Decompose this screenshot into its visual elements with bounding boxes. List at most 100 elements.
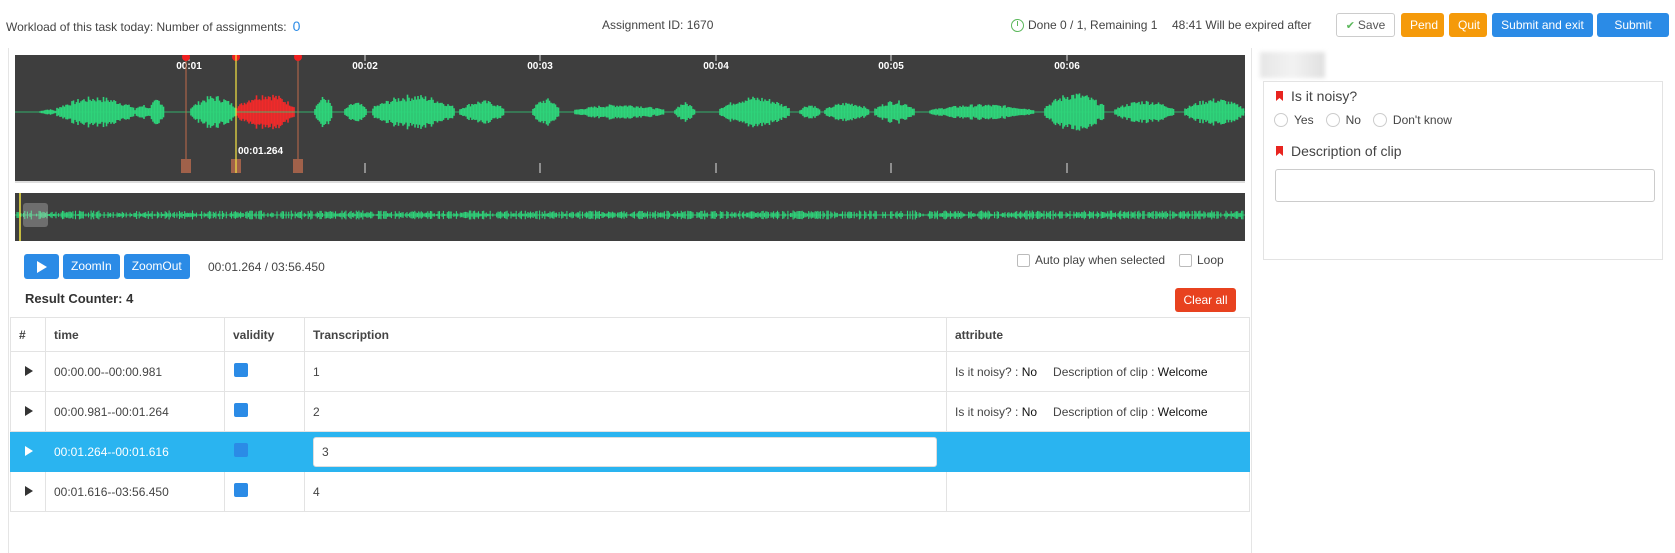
question-noisy-label: Is it noisy? <box>1291 88 1358 104</box>
play-icon[interactable] <box>25 445 33 456</box>
attr-q1: Is it noisy? : <box>955 404 1019 419</box>
autoplay-label: Auto play when selected <box>1035 253 1166 267</box>
attr-v1: No <box>1021 364 1038 379</box>
loop-option[interactable]: Loop <box>1179 253 1224 267</box>
validity-checkbox[interactable] <box>234 483 248 497</box>
row-validity[interactable] <box>224 431 305 472</box>
row-time: 00:01.264--00:01.616 <box>45 431 225 472</box>
play-icon[interactable] <box>25 485 33 496</box>
validity-checkbox[interactable] <box>234 443 248 457</box>
attribute-panel: Is it noisy? Yes No Don't know Descripti… <box>1257 48 1675 553</box>
row-play-cell[interactable] <box>10 471 46 512</box>
radio-circle[interactable] <box>1372 113 1387 127</box>
attr-q1: Is it noisy? : <box>955 364 1019 379</box>
row-transcription[interactable]: 2 <box>304 391 947 432</box>
row-attribute <box>946 471 1250 512</box>
row-time: 00:01.616--03:56.450 <box>45 471 225 512</box>
overview-canvas[interactable] <box>15 193 1245 241</box>
autoplay-option[interactable]: Auto play when selected <box>1017 253 1165 267</box>
required-flag-icon <box>1276 91 1283 101</box>
description-input[interactable] <box>1275 169 1655 202</box>
play-button[interactable] <box>24 254 59 279</box>
tick-label: 00:05 <box>878 61 904 72</box>
row-attribute: Is it noisy? : No Description of clip : W… <box>946 391 1250 432</box>
pend-button[interactable]: Pend <box>1401 13 1444 37</box>
required-flag-icon <box>1276 146 1283 156</box>
result-counter: Result Counter: 4 <box>25 291 134 306</box>
table-header: # time validity Transcription attribute <box>10 317 1250 352</box>
clear-all-button[interactable]: Clear all <box>1175 288 1236 312</box>
play-icon[interactable] <box>25 405 33 416</box>
row-play-cell[interactable] <box>10 351 46 392</box>
tick-label: 00:06 <box>1054 61 1080 72</box>
radio-yes[interactable]: Yes <box>1274 113 1314 127</box>
tick-label: 00:02 <box>352 61 378 72</box>
autoplay-checkbox[interactable] <box>1017 253 1030 267</box>
transcription-input[interactable]: 3 <box>313 436 937 467</box>
zoom-out-button[interactable]: ZoomOut <box>123 254 190 279</box>
waveform-canvas[interactable]: 00:01 00:02 00:03 00:04 00:05 00:06 00:01.264 <box>15 55 1245 181</box>
tick-label: 00:03 <box>527 61 553 72</box>
row-attribute: Is it noisy? : No Description of clip : W… <box>946 351 1250 392</box>
row-validity[interactable] <box>224 471 305 512</box>
submit-and-exit-button[interactable]: Submit and exit <box>1492 13 1593 37</box>
table-row[interactable]: 00:00.00--00:00.981 1 Is it noisy? : No D… <box>10 351 1250 392</box>
done-text: Done 0 / 1, Remaining 1 <box>1028 18 1158 32</box>
progress-status: Done 0 / 1, Remaining 1 <box>1011 18 1157 32</box>
waveform-main[interactable]: 00:01 00:02 00:03 00:04 00:05 00:06 00:01.264 <box>15 55 1245 183</box>
expire-timer: 48:41 Will be expired after <box>1172 18 1312 32</box>
zoom-in-button[interactable]: ZoomIn <box>63 254 120 279</box>
radio-no-label: No <box>1345 113 1361 127</box>
row-transcription[interactable]: 4 <box>304 471 947 512</box>
play-icon[interactable] <box>25 365 33 376</box>
row-time: 00:00.981--00:01.264 <box>45 391 225 432</box>
clock-icon <box>1011 18 1024 32</box>
radio-yes-label: Yes <box>1294 113 1314 127</box>
table-row-selected[interactable]: 00:01.264--00:01.616 3 <box>10 431 1250 472</box>
loop-checkbox[interactable] <box>1179 253 1192 267</box>
row-time: 00:00.00--00:00.981 <box>45 351 225 392</box>
time-readout: 00:01.264 / 03:56.450 <box>208 260 325 274</box>
top-bar: Workload of this task today: Number of a… <box>0 0 1675 54</box>
table-row[interactable]: 00:00.981--00:01.264 2 Is it noisy? : No… <box>10 391 1250 432</box>
save-button[interactable]: ✔ Save <box>1336 13 1395 37</box>
attr-v2: Welcome <box>1157 404 1208 419</box>
workload-info: Workload of this task today: Number of a… <box>6 18 300 34</box>
check-icon: ✔ <box>1345 20 1355 32</box>
attr-v2: Welcome <box>1157 364 1208 379</box>
validity-checkbox[interactable] <box>234 403 248 417</box>
radio-dont-know[interactable]: Don't know <box>1372 113 1452 127</box>
playback-controls: ZoomIn ZoomOut <box>24 254 190 279</box>
attr-v1: No <box>1021 404 1038 419</box>
question-noisy: Is it noisy? <box>1276 88 1357 104</box>
row-play-cell[interactable] <box>10 391 46 432</box>
row-validity[interactable] <box>224 351 305 392</box>
tick-label: 00:01 <box>176 61 202 72</box>
submit-button[interactable]: Submit (D) <box>1597 13 1669 54</box>
row-transcription[interactable]: 3 <box>304 431 947 472</box>
attr-q2: Description of clip : <box>1053 404 1155 419</box>
row-play-cell[interactable] <box>10 431 46 472</box>
avatar <box>1260 52 1325 78</box>
validity-checkbox[interactable] <box>234 363 248 377</box>
col-time: time <box>45 317 225 352</box>
quit-button[interactable]: Quit <box>1449 13 1487 37</box>
save-label: Save <box>1357 18 1386 32</box>
attribute-form: Is it noisy? Yes No Don't know Descripti… <box>1263 81 1663 260</box>
tick-label: 00:04 <box>703 61 729 72</box>
radio-circle[interactable] <box>1274 113 1288 127</box>
play-icon <box>36 260 47 273</box>
table-row[interactable]: 00:01.616--03:56.450 4 <box>10 471 1250 512</box>
radio-no[interactable]: No <box>1325 113 1361 127</box>
question-description-label: Description of clip <box>1291 143 1402 159</box>
col-attribute: attribute <box>946 317 1250 352</box>
radio-circle[interactable] <box>1325 113 1340 127</box>
workload-count: 0 <box>292 18 301 34</box>
waveform-overview[interactable] <box>15 193 1245 241</box>
row-attribute <box>946 431 1250 472</box>
radio-dont-know-label: Don't know <box>1392 113 1452 127</box>
row-transcription[interactable]: 1 <box>304 351 947 392</box>
row-validity[interactable] <box>224 391 305 432</box>
attr-q2: Description of clip : <box>1053 364 1155 379</box>
col-validity: validity <box>224 317 305 352</box>
